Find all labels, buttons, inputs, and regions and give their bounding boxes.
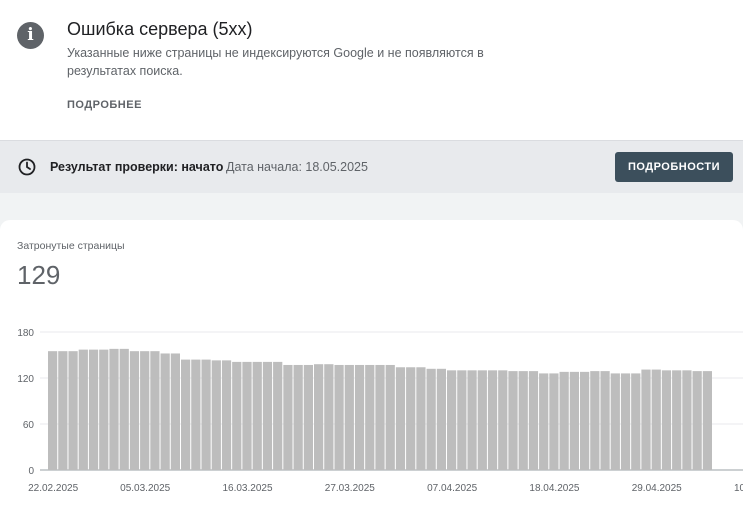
bar [221,360,232,470]
bar [528,371,539,470]
notice-panel: i Ошибка сервера (5xx) Указанные ниже ст… [0,0,743,141]
bar [436,368,446,470]
bar [508,371,518,470]
bar [324,364,334,470]
bar [375,364,385,470]
bar [140,351,150,470]
info-icon: i [17,22,44,49]
bar [354,364,365,470]
bar [580,371,590,470]
bar [661,370,672,470]
bar [160,353,170,470]
bar [600,371,610,470]
bar [692,371,702,470]
bar [447,370,457,470]
bar [641,369,651,470]
bar [150,351,160,470]
bar [58,351,68,470]
bar [181,359,191,470]
affected-pages-label: Затронутые страницы [17,240,125,252]
bar [273,361,283,470]
bar [303,364,313,470]
bar [201,359,211,470]
bar [283,364,293,470]
bar [129,351,140,470]
bar [467,370,477,470]
x-tick-label: 05.03.2025 [120,483,170,494]
bar [191,359,201,470]
x-tick-label: 29.04.2025 [632,483,682,494]
bar [406,367,416,470]
bar [610,373,620,470]
bar [68,351,78,470]
bar [426,368,436,470]
bar [559,371,569,470]
x-tick-label: 16.03.2025 [222,483,272,494]
bar [590,371,600,470]
bar [518,371,528,470]
bar [211,360,221,470]
bar [88,349,99,470]
y-tick-label: 120 [17,374,34,385]
bar [487,370,498,470]
bar [631,373,641,470]
affected-pages-chart: 0 60 120 180 22.02.2025 05.03.2025 16.03.2025 2… [17,328,743,494]
bar [702,371,712,470]
affected-pages-card: Затронутые страницы 129 0 60 120 180 22.02.2… [0,220,743,512]
x-tick-label: 10.05.2025 [734,483,743,494]
x-tick-label: 07.04.2025 [427,483,477,494]
bar [651,369,661,470]
bar [569,371,579,470]
bar [539,373,549,470]
y-tick-label: 0 [28,466,34,477]
bar [344,364,354,470]
bar [334,364,344,470]
bar [498,370,508,470]
bar [119,348,129,470]
y-tick-label: 60 [23,420,35,431]
validation-status-bar: Результат проверки: начато Дата начала: … [0,141,743,193]
x-tick-label: 18.04.2025 [529,483,579,494]
bar [416,367,426,470]
details-button[interactable]: ПОДРОБНОСТИ [615,152,733,182]
notice-description: Указанные ниже страницы не индексируются… [67,46,484,78]
bar [232,361,242,470]
validation-start-date: Дата начала: 18.05.2025 [226,160,368,174]
bar [395,367,406,470]
bar [672,370,682,470]
bar [242,361,252,470]
bar [549,373,559,470]
bar [252,361,262,470]
bar [48,351,58,470]
bar [682,370,692,470]
learn-more-link[interactable]: ПОДРОБНЕЕ [67,99,142,111]
bar [365,364,375,470]
y-tick-label: 180 [17,328,34,339]
x-tick-label: 27.03.2025 [325,483,375,494]
bar [477,370,487,470]
bar [457,370,467,470]
notice-title: Ошибка сервера (5xx) [67,19,253,39]
bar [293,364,303,470]
affected-pages-count: 129 [17,260,61,290]
clock-icon [18,158,36,176]
x-tick-label: 22.02.2025 [28,483,78,494]
bar [170,353,180,470]
validation-status-label: Результат проверки: начато [50,160,224,174]
bar [109,348,119,470]
bar [620,373,631,470]
bar [99,349,109,470]
bar [78,349,88,470]
bar [314,364,324,470]
bar [385,364,395,470]
bar [262,361,273,470]
